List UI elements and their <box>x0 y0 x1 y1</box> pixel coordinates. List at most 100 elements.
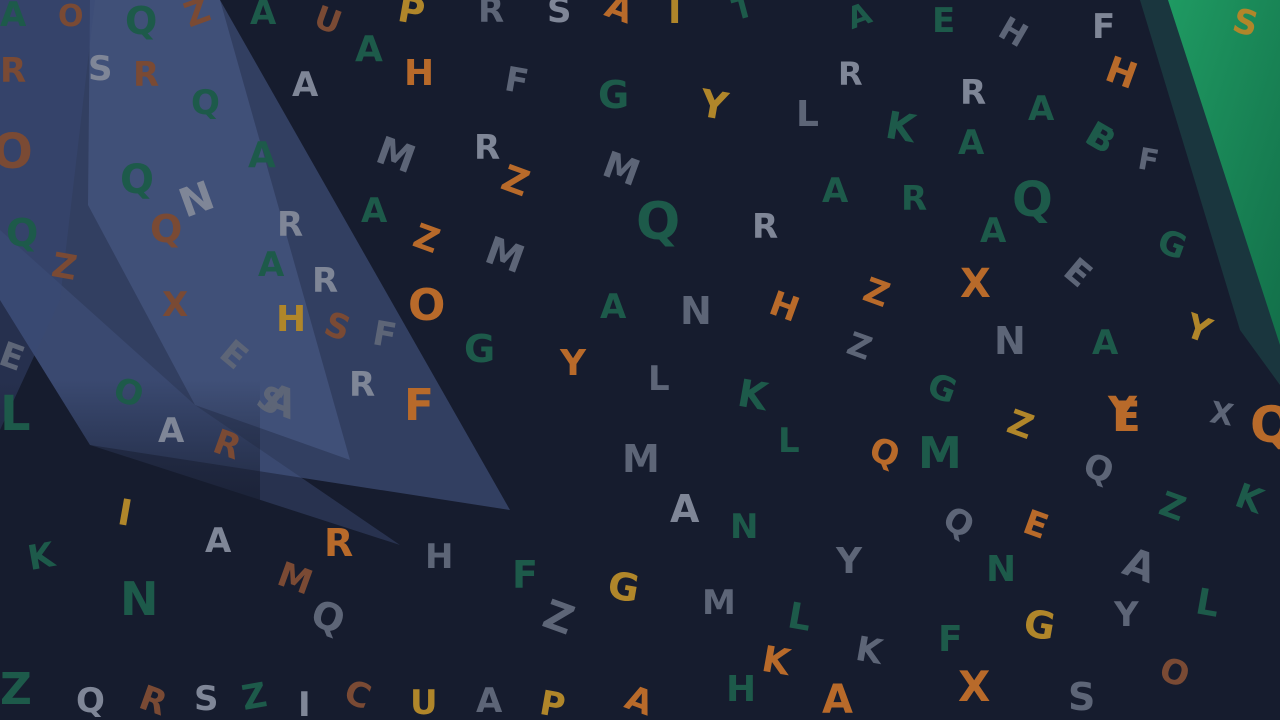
floating-letter: A <box>599 0 639 33</box>
floating-letter: H <box>1100 49 1143 98</box>
floating-letter: F <box>1135 141 1162 180</box>
floating-letter: G <box>604 562 643 612</box>
floating-letter: K <box>882 102 920 152</box>
floating-letter: M <box>272 554 318 604</box>
floating-letter: R <box>312 261 339 301</box>
floating-letter: X <box>1207 395 1237 434</box>
floating-letter: X <box>958 662 991 711</box>
floating-letter: Y <box>836 541 863 582</box>
floating-letter: E <box>1112 392 1141 441</box>
floating-letter: A <box>1028 89 1055 129</box>
floating-letter: F <box>938 619 963 660</box>
floating-letter: A <box>958 123 985 163</box>
floating-letter: T <box>728 0 758 29</box>
floating-letter: Z <box>0 664 32 715</box>
floating-letter: Q <box>76 681 105 720</box>
floating-letter: Z <box>238 675 270 719</box>
floating-letter: Q <box>1012 172 1053 228</box>
floating-letter: Z <box>1153 483 1191 531</box>
floating-letter: Z <box>495 157 535 206</box>
floating-letter: A <box>0 0 27 35</box>
floating-letter: S <box>1068 675 1096 719</box>
floating-letter: Z <box>48 245 80 289</box>
floating-letter: H <box>764 283 805 331</box>
floating-letter: R <box>207 421 247 469</box>
floating-letter: H <box>425 537 454 577</box>
floating-letter: M <box>370 127 422 183</box>
floating-letter: R <box>960 73 987 113</box>
floating-letter: A <box>476 681 503 720</box>
floating-letter: A <box>822 171 849 211</box>
floating-letter: A <box>1092 323 1119 363</box>
floating-letter: K <box>758 638 794 685</box>
floating-letter: S <box>318 304 356 350</box>
floating-letter: M <box>479 227 531 283</box>
floating-letter: A <box>250 0 277 33</box>
floating-letter: Z <box>407 215 445 263</box>
floating-letter: O <box>0 124 33 180</box>
floating-letter: Q <box>150 207 183 251</box>
floating-letter: Z <box>178 0 216 37</box>
floating-letter: X <box>162 285 189 325</box>
floating-letter: E <box>0 334 30 380</box>
floating-letter: Y <box>560 343 587 384</box>
floating-letter: E <box>1055 250 1100 296</box>
floating-letter: L <box>1192 581 1223 626</box>
floating-letter: U <box>410 683 438 720</box>
floating-letter: P <box>394 0 428 34</box>
floating-letter: Q <box>636 192 681 252</box>
floating-letter: L <box>784 595 815 640</box>
floating-letter: A <box>980 211 1007 251</box>
floating-letter: I <box>298 685 311 720</box>
floating-letter: M <box>622 437 660 481</box>
floating-letter: R <box>838 55 863 93</box>
floating-letter: O <box>408 280 446 331</box>
floating-letter: O <box>108 369 149 417</box>
floating-letter: K <box>852 629 886 673</box>
floating-letter: I <box>668 0 682 32</box>
floating-letter: L <box>796 94 819 135</box>
floating-letter: P <box>536 683 569 720</box>
floating-letter: Y <box>1114 595 1139 635</box>
floating-letter: S <box>1228 0 1263 46</box>
floating-letter: Z <box>1001 401 1039 449</box>
floating-letter: G <box>922 365 962 413</box>
floating-letter: R <box>277 205 304 245</box>
floating-letter: A <box>1117 539 1162 593</box>
floating-letter: R <box>133 677 173 720</box>
floating-letter: Q <box>305 590 351 644</box>
floating-letter: M <box>702 583 736 623</box>
floating-letter: Q <box>191 83 220 123</box>
floating-letter: A <box>822 677 853 720</box>
floating-letter: H <box>276 299 307 340</box>
floating-letter: H <box>992 8 1035 56</box>
floating-letter: K <box>734 370 772 420</box>
floating-letter: A <box>670 487 700 531</box>
floating-letter: N <box>680 289 712 333</box>
floating-letter: N <box>730 507 759 547</box>
floating-letter: R <box>0 51 27 91</box>
floating-letter: A <box>205 521 232 561</box>
floating-letter: O <box>58 0 84 34</box>
floating-letter: F <box>501 59 532 103</box>
floating-letter: H <box>404 53 435 94</box>
floating-letter: G <box>464 327 496 371</box>
floating-letter: L <box>778 421 800 461</box>
floating-letter: Q <box>125 0 158 43</box>
floating-letter: L <box>648 359 670 399</box>
floating-letter: R <box>901 179 928 219</box>
floating-letter: X <box>960 261 991 307</box>
floating-letter: Y <box>696 80 732 130</box>
floating-letter: Q <box>6 211 39 255</box>
floating-letter: G <box>598 73 630 117</box>
floating-letter: A <box>292 65 319 105</box>
floating-letter: R <box>324 521 354 565</box>
floating-letter: S <box>194 679 219 719</box>
floating-letter: Y <box>1179 305 1217 353</box>
floating-letter: E <box>1017 502 1054 548</box>
floating-letter: F <box>369 313 400 357</box>
floating-letter: Q <box>1078 445 1119 493</box>
floating-letters: AOQZAUAPRSAITAEHFSRSRAHFGYRRAHQEMRLKABFO… <box>0 0 1280 720</box>
floating-letter: Z <box>857 269 895 317</box>
floating-letter: A <box>600 287 627 327</box>
